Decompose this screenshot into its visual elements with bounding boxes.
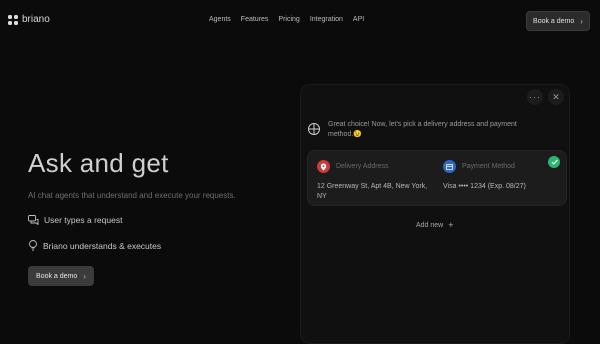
card-icon xyxy=(443,160,456,173)
feature-briano-executes: Briano understands & executes xyxy=(28,240,161,251)
hero-book-demo-label: Book a demo xyxy=(36,272,78,280)
brand[interactable]: briano xyxy=(8,14,50,25)
delivery-address-value: 12 Greenway St, Apt 4B, New York, NY xyxy=(317,183,428,200)
hero-book-demo-button[interactable]: Book a demo › xyxy=(28,266,94,286)
chevron-right-icon: › xyxy=(83,271,86,281)
nav-link-api[interactable]: API xyxy=(353,16,364,23)
nav-link-pricing[interactable]: Pricing xyxy=(278,16,299,23)
agent-message: Great choice! Now, let's pick a delivery… xyxy=(328,121,517,138)
nav-link-features[interactable]: Features xyxy=(241,16,269,23)
feature-label: Briano understands & executes xyxy=(43,240,162,251)
nav-link-integration[interactable]: Integration xyxy=(310,16,343,23)
chevron-right-icon: › xyxy=(580,16,583,26)
close-icon[interactable]: ✕ xyxy=(548,89,564,105)
more-icon[interactable]: ··· xyxy=(527,89,543,105)
add-new-label: Add new xyxy=(416,221,444,229)
payment-method-label: Payment Method xyxy=(462,163,515,170)
delivery-address-label: Delivery Address xyxy=(336,163,389,170)
briano-logo-icon xyxy=(8,14,18,25)
brand-name: briano xyxy=(22,14,50,25)
feature-label: User types a request xyxy=(44,215,123,225)
top-nav: briano Agents Features Pricing Integrati… xyxy=(0,0,600,42)
nav-links: Agents Features Pricing Integration API xyxy=(209,16,364,23)
feature-user-request: User types a request xyxy=(28,215,122,225)
hero-subtitle: AI chat agents that understand and execu… xyxy=(28,191,236,200)
plus-icon: + xyxy=(448,220,454,230)
add-new-button[interactable]: Add new + xyxy=(416,220,454,230)
nav-link-agents[interactable]: Agents xyxy=(209,16,231,23)
chat-icon xyxy=(28,215,39,225)
payment-method-value: Visa •••• 1234 (Exp. 08/27) xyxy=(443,183,526,190)
nav-book-demo-label: Book a demo xyxy=(533,17,575,25)
location-pin-icon xyxy=(317,160,330,173)
hero-title: Ask and get xyxy=(28,148,169,178)
nav-book-demo-button[interactable]: Book a demo › xyxy=(526,11,590,31)
briano-logo-icon xyxy=(308,122,320,140)
check-icon xyxy=(548,156,560,168)
bulb-icon xyxy=(28,240,38,251)
